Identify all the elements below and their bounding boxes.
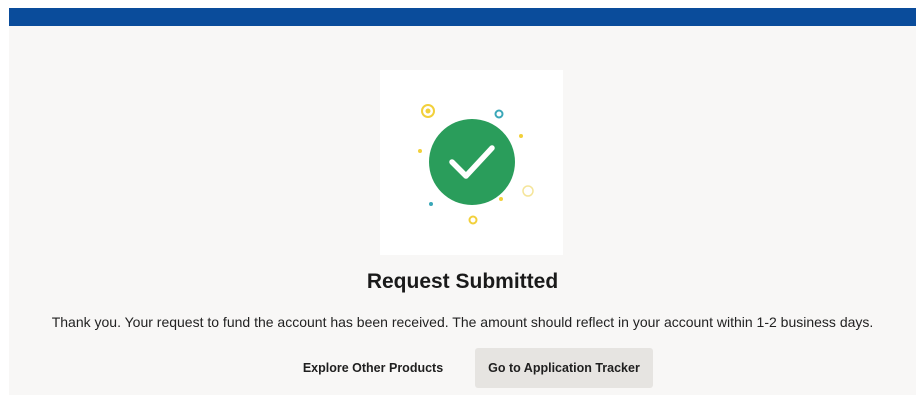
explore-other-products-button[interactable]: Explore Other Products bbox=[293, 348, 453, 388]
sparkle-ring-icon bbox=[468, 215, 478, 225]
confirmation-message: Thank you. Your request to fund the acco… bbox=[51, 314, 874, 330]
sparkle-dot-icon bbox=[429, 202, 433, 206]
sparkle-ring-icon bbox=[494, 109, 504, 119]
sparkle-dot-icon bbox=[499, 197, 503, 201]
page-frame: Request Submitted Thank you. Your reques… bbox=[9, 8, 916, 395]
success-illustration bbox=[380, 70, 563, 255]
sparkle-dot-icon bbox=[519, 134, 523, 138]
sparkle-ring-icon bbox=[522, 185, 534, 197]
go-to-application-tracker-button[interactable]: Go to Application Tracker bbox=[475, 348, 653, 388]
header-bar bbox=[9, 8, 916, 26]
page-title: Request Submitted bbox=[366, 270, 559, 293]
success-checkmark-graphic bbox=[418, 104, 534, 225]
sparkle-dot-icon bbox=[425, 108, 431, 114]
sparkle-dot-icon bbox=[418, 149, 422, 153]
action-buttons: Explore Other Products Go to Application… bbox=[9, 348, 916, 388]
checkmark-circle-icon bbox=[429, 119, 515, 205]
